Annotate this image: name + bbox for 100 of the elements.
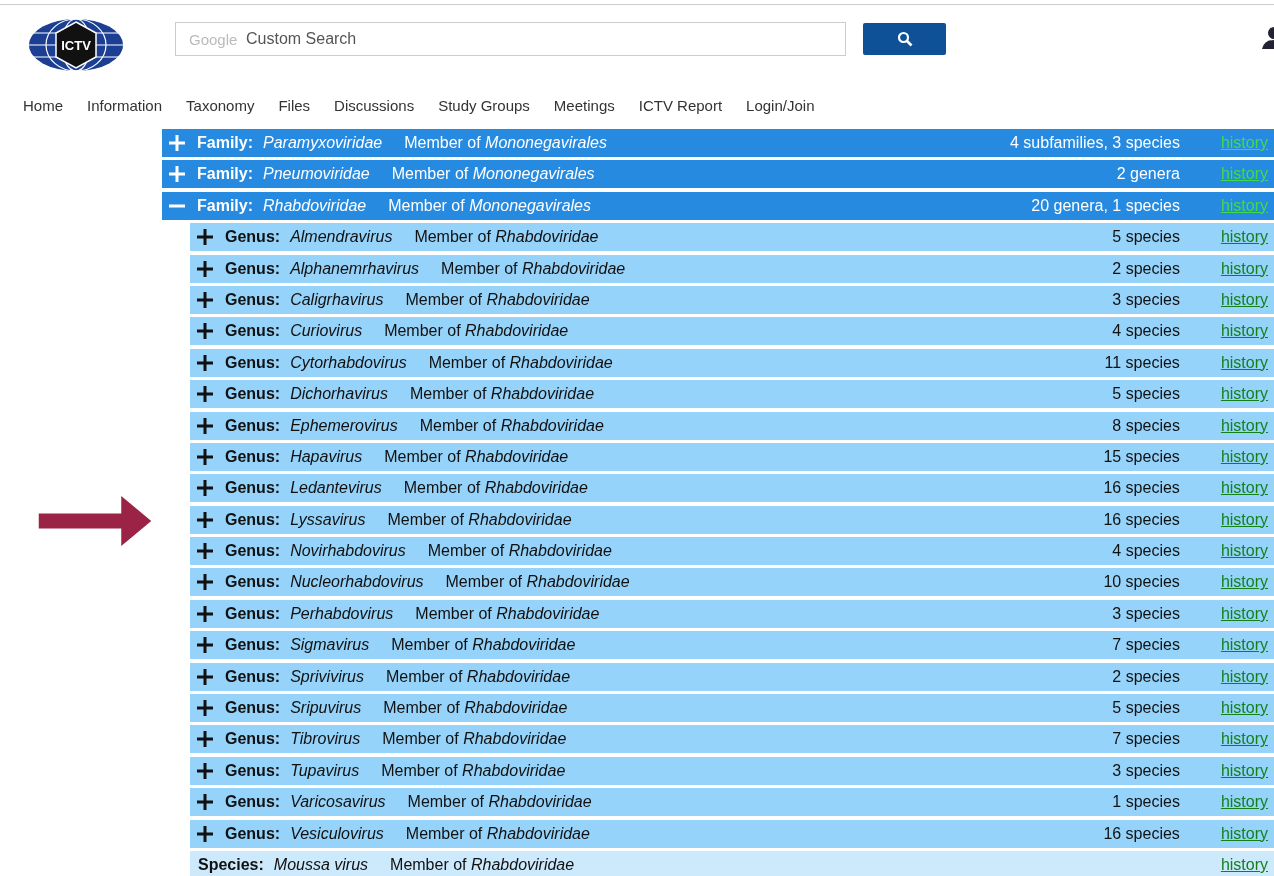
history-link[interactable]: history xyxy=(1220,165,1268,184)
history-link[interactable]: history xyxy=(1220,416,1268,435)
nav-link[interactable]: Discussions xyxy=(334,97,415,114)
rank-label: Genus: xyxy=(225,730,281,749)
expand-icon[interactable] xyxy=(197,260,213,277)
expand-icon[interactable] xyxy=(197,762,213,779)
member-of-text: Member of Rhabdoviridae xyxy=(414,228,599,247)
expand-icon[interactable] xyxy=(197,291,213,308)
history-link[interactable]: history xyxy=(1220,793,1268,812)
taxon-name: Alphanemrhavirus xyxy=(290,259,420,278)
expand-icon[interactable] xyxy=(197,543,213,560)
expand-icon[interactable] xyxy=(197,605,213,622)
count-text: 4 subfamilies, 3 species xyxy=(1010,134,1180,152)
expand-icon[interactable] xyxy=(197,448,213,465)
taxon-name: Dichorhavirus xyxy=(290,385,388,404)
history-link[interactable]: history xyxy=(1220,573,1268,592)
count-text: 4 species xyxy=(1112,542,1180,561)
history-link[interactable]: history xyxy=(1220,196,1268,215)
count-text: 11 species xyxy=(1104,353,1180,372)
rank-label: Genus: xyxy=(225,699,281,718)
taxon-name: Tupavirus xyxy=(290,761,360,780)
history-link[interactable]: history xyxy=(1220,447,1268,466)
history-link[interactable]: history xyxy=(1220,134,1268,152)
taxon-name: Rhabdoviridae xyxy=(263,196,367,215)
nav-link[interactable]: ICTV Report xyxy=(638,97,723,114)
member-of-text: Member of Rhabdoviridae xyxy=(415,604,600,623)
expand-icon[interactable] xyxy=(197,574,213,591)
history-link[interactable]: history xyxy=(1220,761,1268,780)
member-of-text: Member of Rhabdoviridae xyxy=(384,447,569,466)
taxon-name: Sprivivirus xyxy=(290,667,364,686)
history-link[interactable]: history xyxy=(1220,699,1268,718)
taxon-name: Curiovirus xyxy=(290,322,363,341)
count-text: 2 genera xyxy=(1116,165,1180,184)
taxon-name: Sigmavirus xyxy=(290,636,370,655)
expand-icon[interactable] xyxy=(197,794,213,811)
taxon-name: Novirhabdovirus xyxy=(290,542,406,561)
taxon-name: Moussa virus xyxy=(273,856,369,874)
history-link[interactable]: history xyxy=(1220,353,1268,372)
history-link[interactable]: history xyxy=(1220,259,1268,278)
rank-label: Genus: xyxy=(225,447,281,466)
expand-icon[interactable] xyxy=(197,417,213,434)
rank-label: Genus: xyxy=(225,385,281,404)
rank-label: Genus: xyxy=(225,604,281,623)
member-of-text: Member of Rhabdoviridae xyxy=(428,353,613,372)
count-text: 16 species xyxy=(1103,510,1180,529)
taxon-name: Tibrovirus xyxy=(290,730,361,749)
history-link[interactable]: history xyxy=(1220,228,1268,247)
nav-link[interactable]: Taxonomy xyxy=(186,97,255,114)
expand-icon[interactable] xyxy=(197,323,213,340)
member-of-text: Member of Rhabdoviridae xyxy=(384,322,569,341)
search-button[interactable] xyxy=(863,23,946,55)
history-link[interactable]: history xyxy=(1220,479,1268,498)
count-text: 16 species xyxy=(1103,479,1180,498)
rank-label: Genus: xyxy=(225,667,281,686)
history-link[interactable]: history xyxy=(1220,542,1268,561)
history-link[interactable]: history xyxy=(1220,636,1268,655)
history-link[interactable]: history xyxy=(1220,322,1268,341)
taxon-name: Hapavirus xyxy=(290,447,363,466)
expand-icon[interactable] xyxy=(197,731,213,748)
expand-icon[interactable] xyxy=(197,825,213,842)
member-of-text: Member of Rhabdoviridae xyxy=(405,290,590,309)
history-link[interactable]: history xyxy=(1220,856,1268,874)
expand-icon[interactable] xyxy=(197,386,213,403)
rank-label: Genus: xyxy=(225,793,281,812)
expand-icon[interactable] xyxy=(197,511,213,528)
nav-link[interactable]: Home xyxy=(23,97,63,114)
history-link[interactable]: history xyxy=(1220,730,1268,749)
history-link[interactable]: history xyxy=(1220,604,1268,623)
expand-icon[interactable] xyxy=(197,229,213,246)
history-link[interactable]: history xyxy=(1220,290,1268,309)
history-link[interactable]: history xyxy=(1220,824,1268,843)
nav-link[interactable]: Meetings xyxy=(553,97,615,114)
expand-icon[interactable] xyxy=(197,700,213,717)
taxon-name: Caligrhavirus xyxy=(290,290,384,309)
taxon-name: Cytorhabdovirus xyxy=(290,353,407,372)
expand-icon[interactable] xyxy=(197,637,213,654)
history-link[interactable]: history xyxy=(1220,667,1268,686)
history-link[interactable]: history xyxy=(1220,385,1268,404)
count-text: 2 species xyxy=(1112,667,1180,686)
history-link[interactable]: history xyxy=(1220,510,1268,529)
member-of-text: Member of Rhabdoviridae xyxy=(441,259,626,278)
member-of-text: Member of Rhabdoviridae xyxy=(383,699,568,718)
count-text: 3 species xyxy=(1112,604,1180,623)
rank-label: Genus: xyxy=(225,824,281,843)
nav-link[interactable]: Information xyxy=(87,97,163,114)
expand-icon[interactable] xyxy=(197,354,213,371)
nav-link[interactable]: Login/Join xyxy=(746,97,815,114)
nav-link[interactable]: Study Groups xyxy=(438,97,530,114)
rank-label: Genus: xyxy=(225,761,281,780)
user-icon[interactable] xyxy=(1262,25,1274,49)
member-of-text: Member of Rhabdoviridae xyxy=(381,761,566,780)
expand-icon[interactable] xyxy=(197,668,213,685)
globe-logo[interactable]: ICTV xyxy=(28,18,124,72)
member-of-text: Member of Rhabdoviridae xyxy=(409,385,595,404)
expand-icon[interactable] xyxy=(197,480,213,497)
nav-link[interactable]: Files xyxy=(278,97,311,114)
count-text: 5 species xyxy=(1112,385,1180,404)
member-of-text: Member of Mononegavirales xyxy=(391,165,595,184)
member-of-text: Member of Rhabdoviridae xyxy=(385,667,571,686)
count-text: 15 species xyxy=(1103,447,1180,466)
